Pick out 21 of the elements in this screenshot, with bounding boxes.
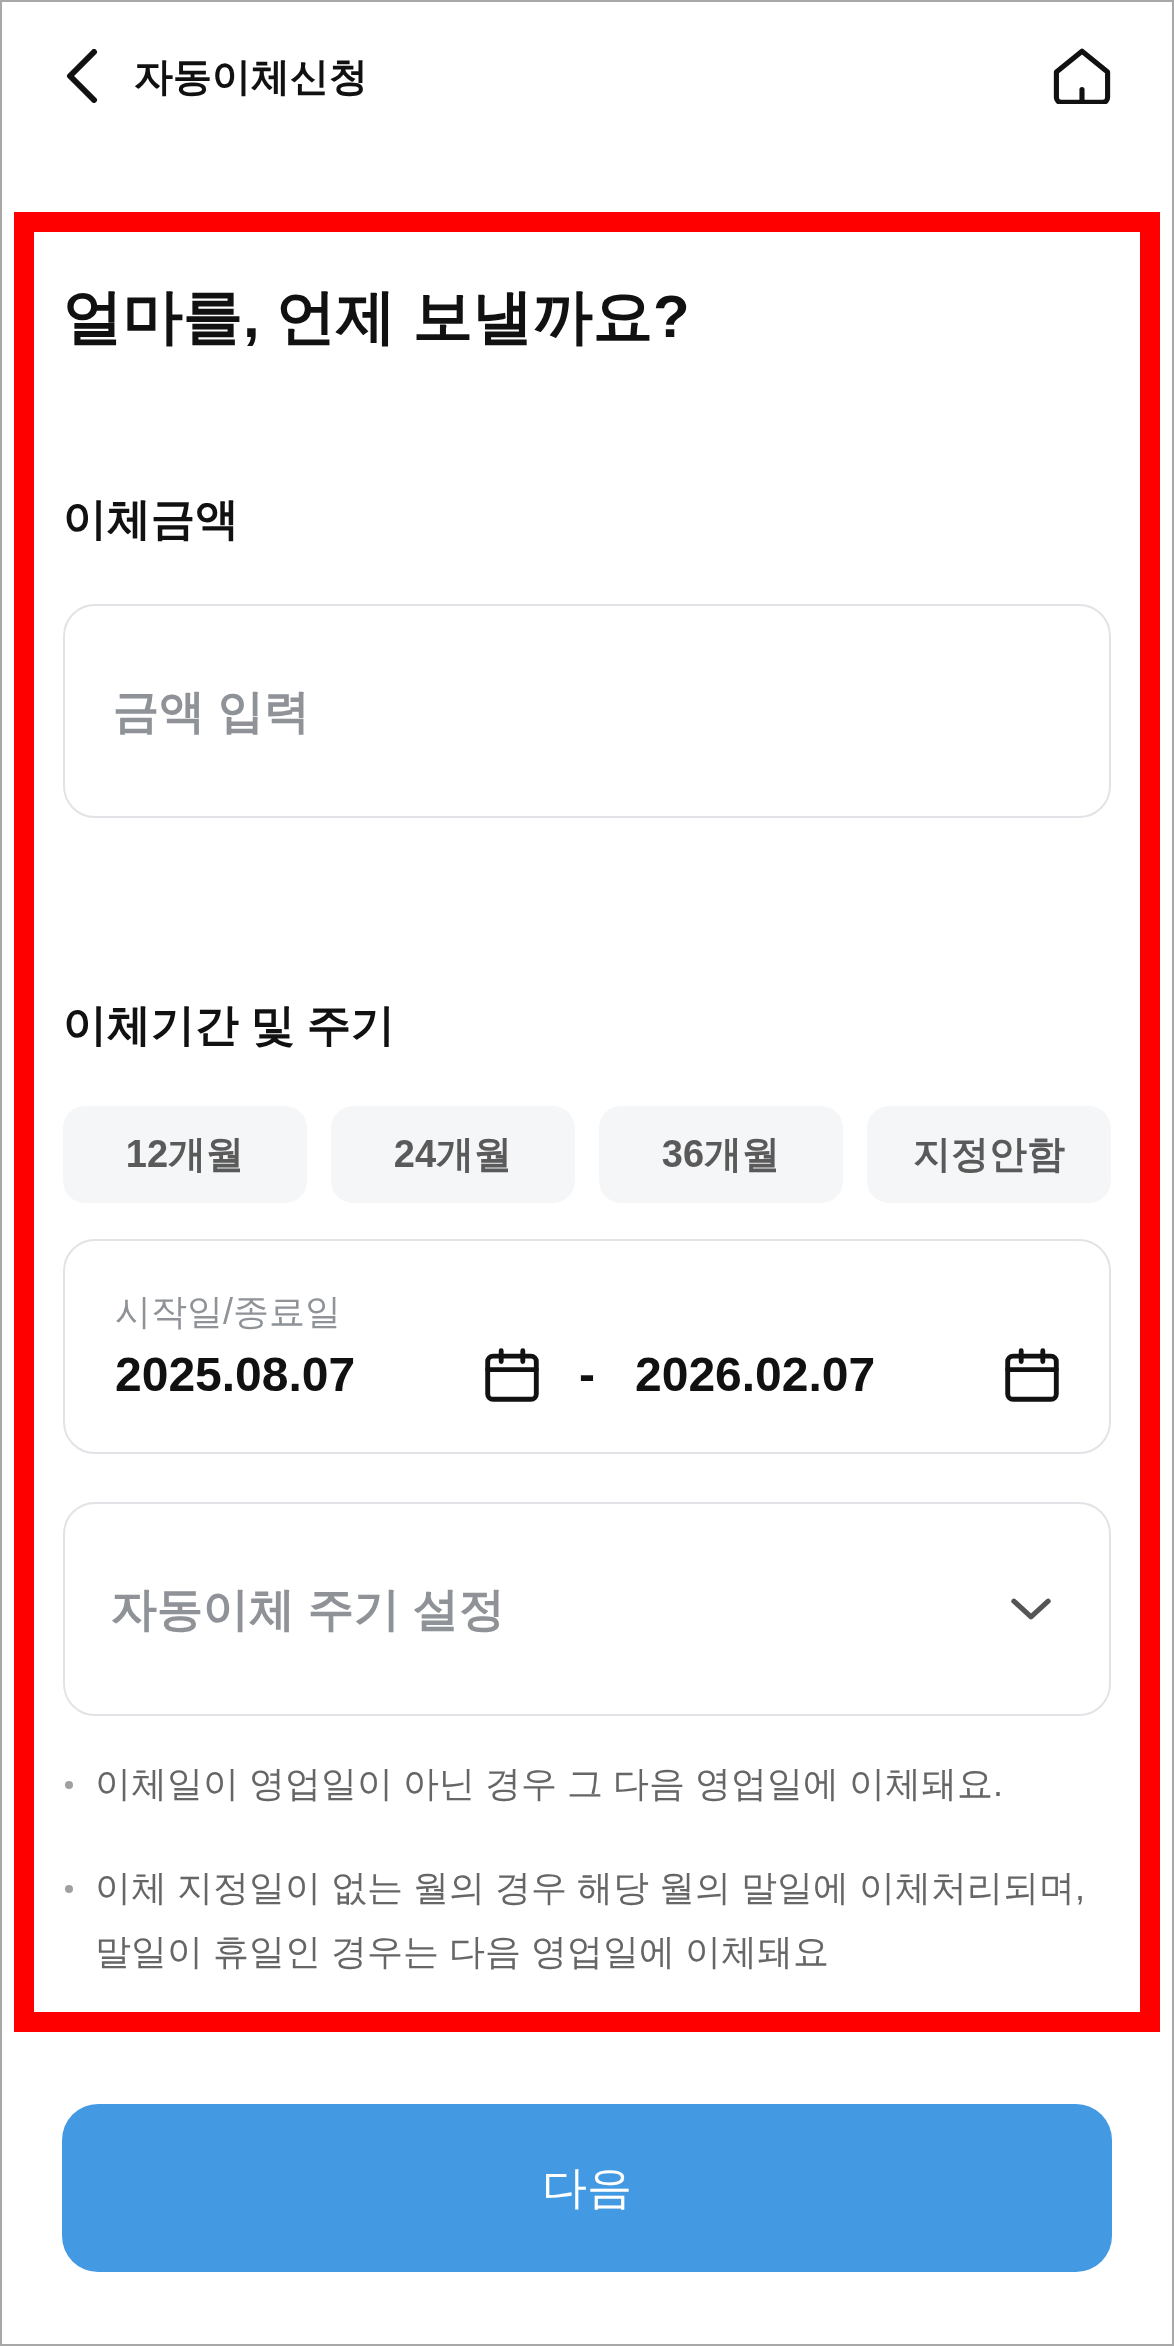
period-chip[interactable]: 36개월 bbox=[599, 1106, 843, 1203]
calendar-icon[interactable] bbox=[1005, 1346, 1059, 1403]
date-range-label: 시작일/종료일 bbox=[115, 1290, 342, 1333]
home-icon[interactable] bbox=[1052, 48, 1112, 104]
calendar-icon[interactable] bbox=[485, 1346, 539, 1403]
notice-text: 이체 지정일이 없는 월의 경우 해당 월의 말일에 이체처리되며, 말일이 휴일인 경우는 다음 영업일에 이체돼요 bbox=[95, 1866, 1087, 1974]
bullet-icon bbox=[65, 1781, 73, 1789]
period-chip[interactable]: 24개월 bbox=[331, 1106, 575, 1203]
period-chip[interactable]: 12개월 bbox=[63, 1106, 307, 1203]
page-heading: 얼마를, 언제 보낼까요? bbox=[63, 282, 691, 352]
page-title: 자동이체신청 bbox=[134, 56, 368, 96]
notice-text: 이체일이 영업일이 아닌 경우 그 다음 영업일에 이체돼요. bbox=[95, 1762, 1004, 1806]
amount-input[interactable]: 금액 입력 bbox=[63, 604, 1111, 818]
chevron-down-icon bbox=[1011, 1598, 1051, 1620]
amount-label: 이체금액 bbox=[63, 494, 240, 544]
date-separator: - bbox=[579, 1346, 595, 1403]
start-date[interactable]: 2025.08.07 bbox=[115, 1346, 356, 1403]
bullet-icon bbox=[65, 1885, 73, 1893]
period-chip[interactable]: 지정안함 bbox=[867, 1106, 1111, 1203]
end-date[interactable]: 2026.02.07 bbox=[635, 1346, 876, 1403]
period-label: 이체기간 및 주기 bbox=[63, 1000, 397, 1050]
